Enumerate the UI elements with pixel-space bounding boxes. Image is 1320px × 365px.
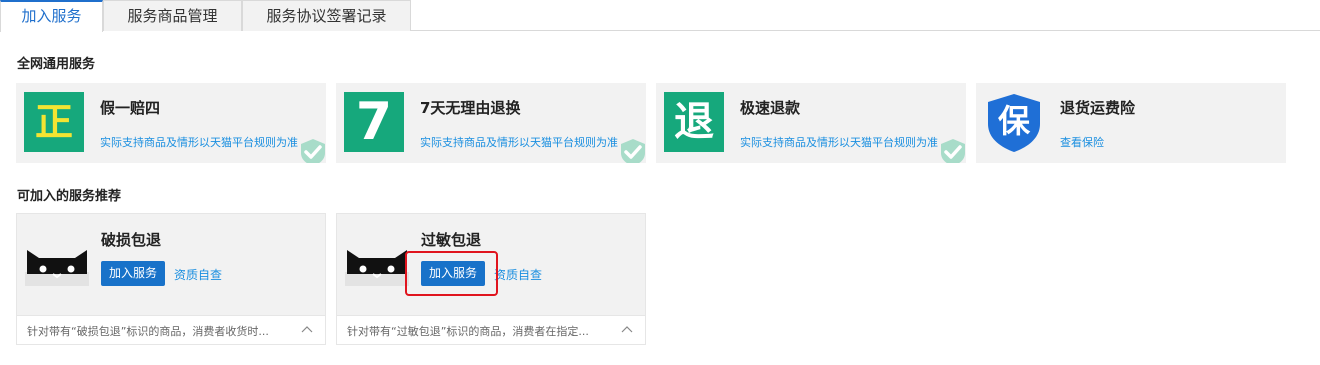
join-service-button[interactable]: 加入服务 bbox=[101, 261, 165, 286]
tab-agreement-records[interactable]: 服务协议签署记录 bbox=[242, 0, 411, 31]
service-card-return-shipping-insurance: 保 退货运费险 查看保险 bbox=[976, 83, 1286, 163]
view-insurance-link[interactable]: 查看保险 bbox=[1060, 134, 1104, 150]
tmall-cat-logo bbox=[25, 250, 89, 286]
rec-title: 过敏包退 bbox=[421, 231, 482, 249]
service-card-fast-refund: 退 极速退款 实际支持商品及情形以天猫平台规则为准 bbox=[656, 83, 966, 163]
service-title: 退货运费险 bbox=[1060, 99, 1136, 117]
rec-footer: 针对带有“破损包退”标识的商品，消费者收货时... bbox=[17, 315, 325, 344]
seven-badge-icon: 7 bbox=[344, 92, 404, 152]
service-rule-link[interactable]: 实际支持商品及情形以天猫平台规则为准 bbox=[100, 134, 298, 150]
service-card-fake-compensation: 正 假一赔四 实际支持商品及情形以天猫平台规则为准 bbox=[16, 83, 326, 163]
service-title: 极速退款 bbox=[740, 99, 801, 117]
joined-check-icon bbox=[941, 139, 965, 163]
tab-service-products[interactable]: 服务商品管理 bbox=[103, 0, 242, 31]
joined-check-icon bbox=[301, 139, 325, 163]
tmall-cat-logo bbox=[345, 250, 409, 286]
qualification-check-link[interactable]: 资质自查 bbox=[174, 266, 222, 283]
section-title-general: 全网通用服务 bbox=[17, 57, 96, 72]
service-title: 假一赔四 bbox=[100, 99, 161, 117]
service-card-seven-day-return: 7 7天无理由退换 实际支持商品及情形以天猫平台规则为准 bbox=[336, 83, 646, 163]
zheng-badge-icon: 正 bbox=[24, 92, 84, 152]
service-rule-link[interactable]: 实际支持商品及情形以天猫平台规则为准 bbox=[740, 134, 938, 150]
tab-join-service[interactable]: 加入服务 bbox=[0, 0, 103, 32]
chevron-up-icon[interactable] bbox=[621, 324, 633, 336]
shield-bao-label: 保 bbox=[997, 102, 1030, 140]
service-rule-link[interactable]: 实际支持商品及情形以天猫平台规则为准 bbox=[420, 134, 618, 150]
rec-footer: 针对带有“过敏包退”标识的商品，消费者在指定... bbox=[337, 315, 645, 344]
rec-footer-text: 针对带有“破损包退”标识的商品，消费者收货时... bbox=[27, 325, 269, 338]
rec-title: 破损包退 bbox=[101, 231, 162, 249]
tui-badge-icon: 退 bbox=[664, 92, 724, 152]
service-title: 7天无理由退换 bbox=[420, 99, 521, 117]
qualification-check-link[interactable]: 资质自查 bbox=[494, 266, 542, 283]
rec-footer-text: 针对带有“过敏包退”标识的商品，消费者在指定... bbox=[347, 325, 589, 338]
chevron-up-icon[interactable] bbox=[301, 324, 313, 336]
highlight-box bbox=[405, 251, 498, 296]
tab-bar: 加入服务 服务商品管理 服务协议签署记录 bbox=[0, 0, 1320, 32]
rec-card-damage-return: 破损包退 加入服务 资质自查 针对带有“破损包退”标识的商品，消费者收货时... bbox=[16, 213, 326, 345]
section-title-recommended: 可加入的服务推荐 bbox=[17, 189, 122, 204]
joined-check-icon bbox=[621, 139, 645, 163]
